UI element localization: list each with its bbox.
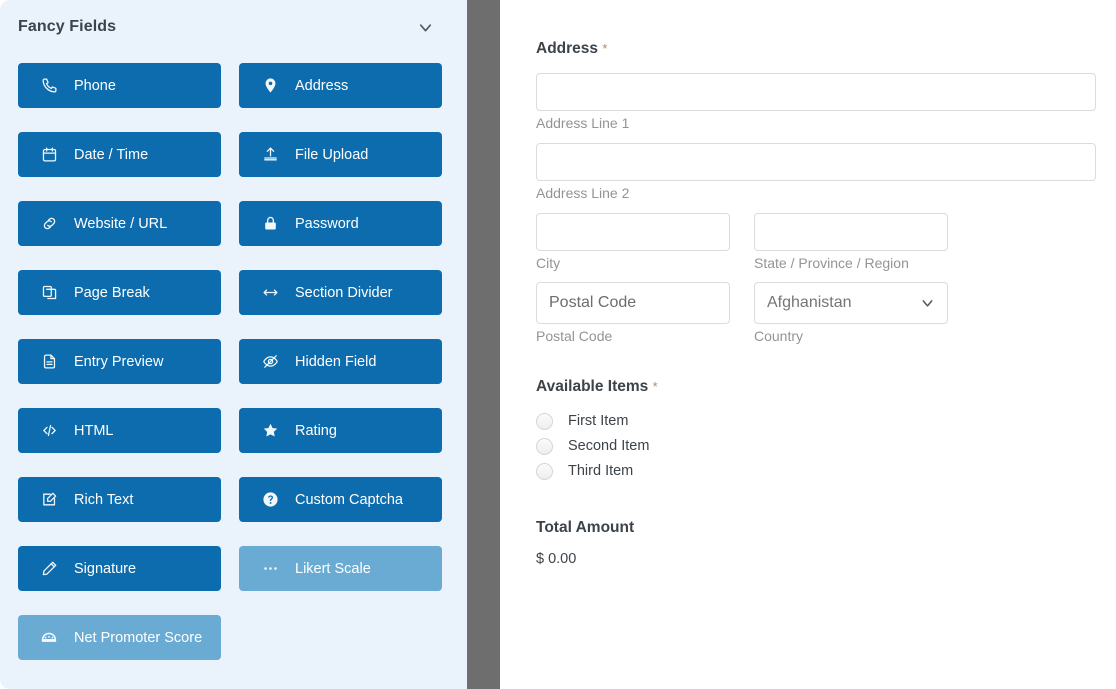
field-button-website-url[interactable]: Website / URL (18, 201, 221, 246)
radio-option-row[interactable]: Second Item (536, 434, 1096, 459)
field-button-label: Signature (74, 561, 136, 577)
field-button-label: Phone (74, 78, 116, 94)
radio-option-label: First Item (568, 413, 628, 429)
available-items-label-text: Available Items (536, 378, 648, 395)
radio-button[interactable] (536, 413, 553, 430)
radio-option-label: Second Item (568, 438, 649, 454)
available-items-label: Available Items * (536, 379, 1096, 395)
chevron-down-icon[interactable] (416, 18, 435, 37)
field-button-phone[interactable]: Phone (18, 63, 221, 108)
city-sublabel: City (536, 256, 730, 271)
radio-button[interactable] (536, 463, 553, 480)
address-line2-input[interactable] (536, 143, 1096, 181)
total-amount-value: $ 0.00 (536, 551, 1096, 567)
field-button-file-upload[interactable]: File Upload (239, 132, 442, 177)
postal-code-input[interactable] (536, 282, 730, 324)
state-input[interactable] (754, 213, 948, 251)
radio-option-label: Third Item (568, 463, 633, 479)
field-button-net-promoter-score[interactable]: Net Promoter Score (18, 615, 221, 660)
field-button-html[interactable]: HTML (18, 408, 221, 453)
field-button-label: Likert Scale (295, 561, 371, 577)
field-button-label: Hidden Field (295, 354, 376, 370)
pen-icon (40, 560, 58, 578)
field-button-rating[interactable]: Rating (239, 408, 442, 453)
field-button-label: Date / Time (74, 147, 148, 163)
city-input[interactable] (536, 213, 730, 251)
field-button-label: Address (295, 78, 348, 94)
field-button-rich-text[interactable]: Rich Text (18, 477, 221, 522)
field-button-label: Rating (295, 423, 337, 439)
field-button-label: Rich Text (74, 492, 133, 508)
available-items-required-asterisk: * (653, 379, 658, 394)
radio-option-row[interactable]: First Item (536, 409, 1096, 434)
field-button-section-divider[interactable]: Section Divider (239, 270, 442, 315)
state-sublabel: State / Province / Region (754, 256, 948, 271)
address-field-block: Address * Address Line 1 Address Line 2 … (536, 41, 1096, 344)
available-items-radio-group: First Item Second Item Third Item (536, 409, 1096, 484)
panel-divider[interactable] (467, 0, 500, 689)
country-sublabel: Country (754, 329, 948, 344)
field-button-password[interactable]: Password (239, 201, 442, 246)
field-button-custom-captcha[interactable]: Custom Captcha (239, 477, 442, 522)
page-break-icon (40, 284, 58, 302)
fancy-fields-panel: Fancy Fields Phone Address Date / Time File… (0, 0, 467, 689)
total-amount-label: Total Amount (536, 520, 1096, 536)
address-label: Address * (536, 41, 1096, 57)
radio-button[interactable] (536, 438, 553, 455)
field-button-label: HTML (74, 423, 113, 439)
field-button-page-break[interactable]: Page Break (18, 270, 221, 315)
star-icon (261, 422, 279, 440)
state-group: State / Province / Region (754, 213, 948, 271)
document-icon (40, 353, 58, 371)
available-items-block: Available Items * First Item Second Item T… (536, 379, 1096, 484)
field-button-label: Section Divider (295, 285, 393, 301)
address-required-asterisk: * (602, 41, 607, 56)
arrows-lr-icon (261, 284, 279, 302)
map-pin-icon (261, 77, 279, 95)
panel-title: Fancy Fields (18, 18, 116, 36)
field-button-address[interactable]: Address (239, 63, 442, 108)
field-button-signature[interactable]: Signature (18, 546, 221, 591)
field-button-label: Website / URL (74, 216, 167, 232)
field-button-label: Custom Captcha (295, 492, 403, 508)
address-line1-sublabel: Address Line 1 (536, 116, 1096, 131)
address-label-text: Address (536, 40, 598, 57)
lock-icon (261, 215, 279, 233)
eye-slash-icon (261, 353, 279, 371)
field-button-label: Page Break (74, 285, 150, 301)
upload-icon (261, 146, 279, 164)
field-button-hidden-field[interactable]: Hidden Field (239, 339, 442, 384)
form-preview-panel: Address * Address Line 1 Address Line 2 … (500, 0, 1116, 689)
radio-option-row[interactable]: Third Item (536, 459, 1096, 484)
field-button-label: File Upload (295, 147, 368, 163)
field-buttons-grid: Phone Address Date / Time File Upload Websit… (18, 63, 450, 660)
field-button-label: Net Promoter Score (74, 630, 202, 646)
form-builder-screen: Fancy Fields Phone Address Date / Time File… (0, 0, 1116, 689)
country-select[interactable]: Afghanistan (754, 282, 948, 324)
phone-icon (40, 77, 58, 95)
field-button-date-time[interactable]: Date / Time (18, 132, 221, 177)
total-amount-block: Total Amount $ 0.00 (536, 520, 1096, 568)
field-button-label: Entry Preview (74, 354, 163, 370)
calendar-icon (40, 146, 58, 164)
postal-code-sublabel: Postal Code (536, 329, 730, 344)
question-circle-icon (261, 491, 279, 509)
dots-icon (261, 560, 279, 578)
pencil-square-icon (40, 491, 58, 509)
fancy-fields-header[interactable]: Fancy Fields (0, 0, 467, 54)
address-line1-input[interactable] (536, 73, 1096, 111)
field-button-likert-scale[interactable]: Likert Scale (239, 546, 442, 591)
city-group: City (536, 213, 730, 271)
link-icon (40, 215, 58, 233)
country-group: Afghanistan Country (754, 282, 948, 344)
postal-group: Postal Code (536, 282, 730, 344)
gauge-icon (40, 629, 58, 647)
field-button-entry-preview[interactable]: Entry Preview (18, 339, 221, 384)
code-icon (40, 422, 58, 440)
field-button-label: Password (295, 216, 359, 232)
address-line2-sublabel: Address Line 2 (536, 186, 1096, 201)
